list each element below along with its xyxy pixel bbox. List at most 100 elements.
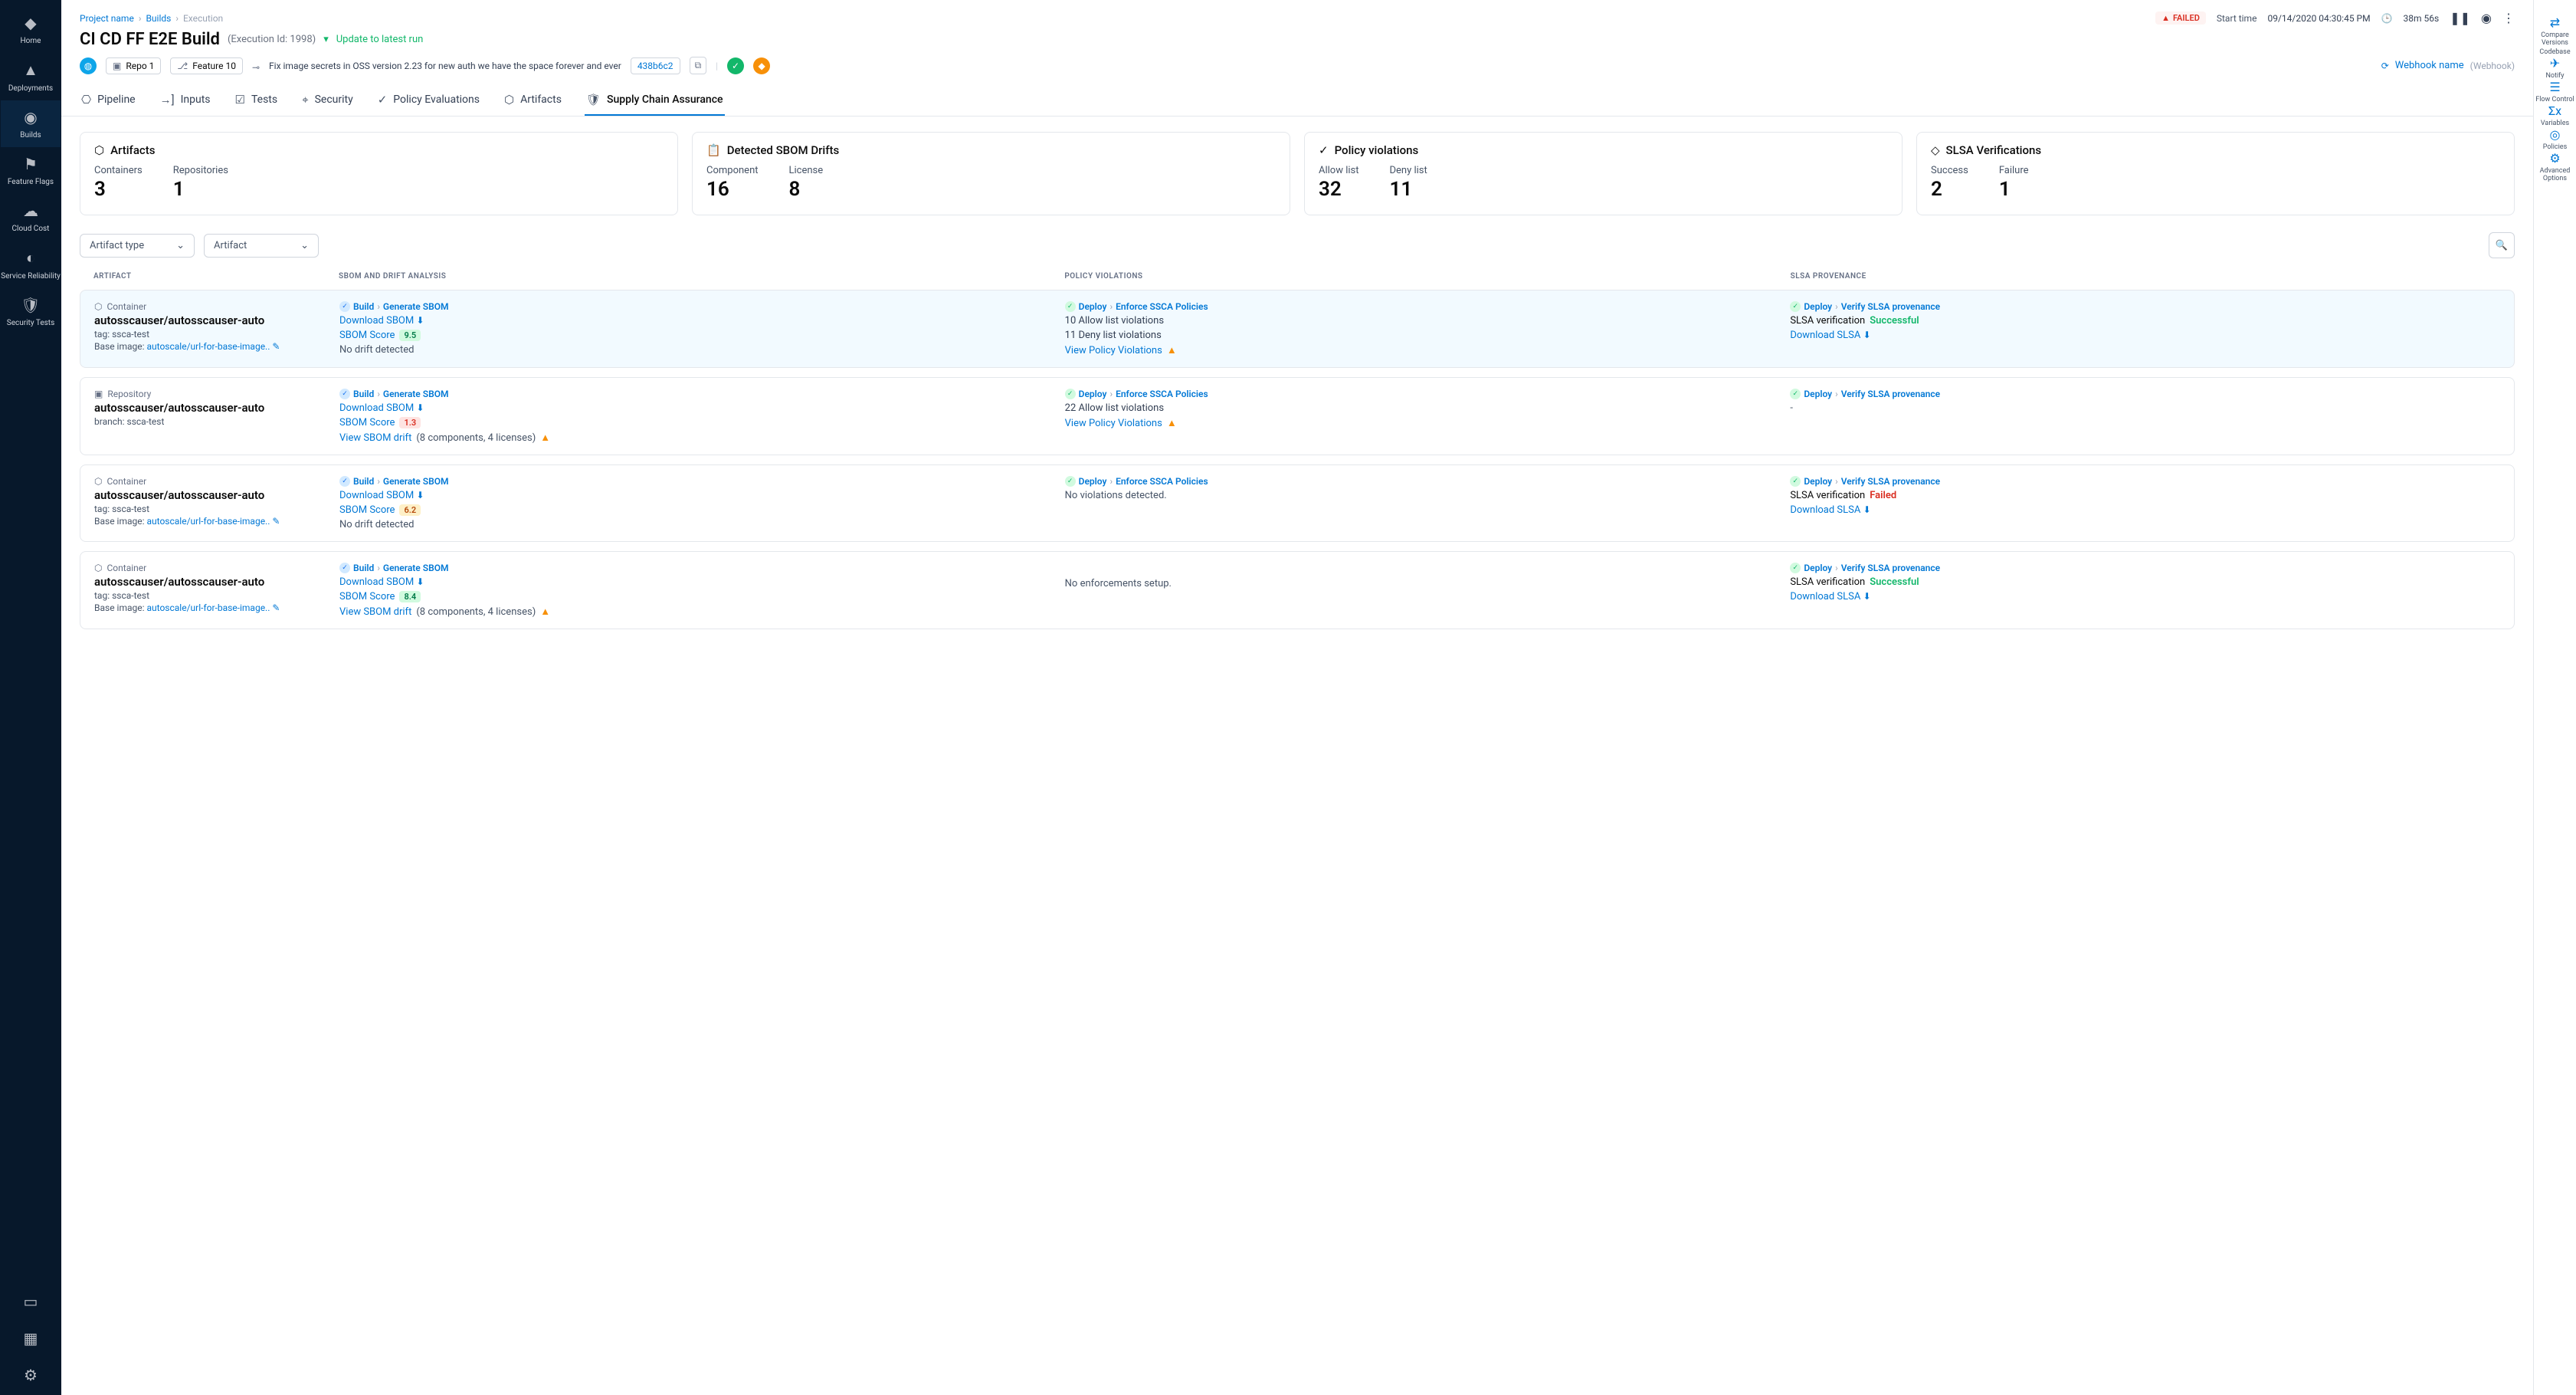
- card-icon: ⬡: [94, 143, 104, 157]
- rail-flow-control[interactable]: ☰Flow Control: [2534, 80, 2576, 103]
- sbom-score-link[interactable]: SBOM Score: [339, 330, 395, 341]
- nav-item-generic2[interactable]: ▦: [0, 1321, 61, 1358]
- enforce-step[interactable]: Enforce SSCA Policies: [1116, 476, 1208, 487]
- rail-compare-versions[interactable]: ⇄Compare Versions: [2534, 15, 2576, 47]
- edit-icon[interactable]: ✎: [272, 602, 280, 613]
- download-sbom-link[interactable]: Download SBOM ⬇: [339, 402, 424, 414]
- nav-item-service-reliability[interactable]: ◐Service Reliability: [1, 241, 61, 288]
- tab-policy-evaluations[interactable]: ✓Policy Evaluations: [376, 85, 481, 116]
- verify-step[interactable]: Verify SLSA provenance: [1841, 389, 1940, 399]
- repository-icon: ▣: [94, 389, 103, 399]
- sbom-score-link[interactable]: SBOM Score: [339, 417, 395, 428]
- view-drift-link[interactable]: View SBOM drift: [339, 432, 411, 444]
- verify-step[interactable]: Verify SLSA provenance: [1841, 476, 1940, 487]
- step-success-icon: ✓: [339, 301, 350, 312]
- generate-step[interactable]: Generate SBOM: [383, 476, 449, 487]
- view-violations-link[interactable]: View Policy Violations: [1065, 345, 1162, 356]
- search-button[interactable]: 🔍: [2489, 232, 2515, 258]
- download-sbom-link[interactable]: Download SBOM ⬇: [339, 315, 424, 327]
- deploy-step[interactable]: Deploy: [1804, 563, 1832, 573]
- breadcrumb-project[interactable]: Project name: [80, 13, 134, 24]
- enforce-step[interactable]: Enforce SSCA Policies: [1116, 389, 1208, 399]
- edit-icon[interactable]: ✎: [272, 516, 280, 527]
- webhook-link[interactable]: Webhook name: [2395, 60, 2464, 71]
- download-sbom-link[interactable]: Download SBOM ⬇: [339, 576, 424, 588]
- stat-label: Component: [706, 165, 759, 176]
- stop-button[interactable]: ◉: [2481, 11, 2492, 25]
- flow-control-icon: ☰: [2534, 80, 2576, 94]
- rail-variables[interactable]: ΣxVariables: [2534, 103, 2576, 127]
- build-step[interactable]: Build: [353, 389, 374, 399]
- download-sbom-link[interactable]: Download SBOM ⬇: [339, 490, 424, 501]
- more-menu-button[interactable]: ⋮: [2502, 11, 2515, 25]
- tab-icon: 🛡: [586, 93, 601, 107]
- sbom-score-link[interactable]: SBOM Score: [339, 591, 395, 602]
- build-step[interactable]: Build: [353, 563, 374, 573]
- deploy-step[interactable]: Deploy: [1079, 476, 1107, 487]
- user-avatar[interactable]: ◍: [80, 57, 97, 74]
- artifact-select[interactable]: Artifact⌄: [204, 234, 319, 258]
- card-icon: ▭: [0, 1292, 61, 1311]
- tab-artifacts[interactable]: ⬡Artifacts: [503, 85, 563, 116]
- nav-item-security-tests[interactable]: 🛡Security Tests: [1, 288, 61, 335]
- download-slsa-link[interactable]: Download SLSA ⬇: [1790, 330, 1870, 341]
- build-step[interactable]: Build: [353, 476, 374, 487]
- main-content: Project name › Builds › Execution ▲FAILE…: [61, 0, 2533, 1395]
- edit-icon[interactable]: ✎: [272, 341, 280, 352]
- commit-hash[interactable]: 438b6c2: [631, 57, 680, 74]
- exec-dropdown[interactable]: ▾: [323, 34, 329, 45]
- nav-item-builds[interactable]: ◉Builds: [1, 100, 61, 147]
- nav-item-settings[interactable]: ⚙: [0, 1358, 61, 1395]
- generate-step[interactable]: Generate SBOM: [383, 563, 449, 573]
- nav-item-generic1[interactable]: ▭: [0, 1285, 61, 1321]
- view-violations-link[interactable]: View Policy Violations: [1065, 418, 1162, 429]
- step-success-icon: ✓: [1065, 389, 1076, 399]
- deploy-step[interactable]: Deploy: [1079, 389, 1107, 399]
- tab-pipeline[interactable]: ⎔Pipeline: [80, 85, 137, 116]
- deploy-step[interactable]: Deploy: [1079, 301, 1107, 312]
- verify-step[interactable]: Verify SLSA provenance: [1841, 301, 1940, 312]
- base-image-link[interactable]: autoscale/url-for-base-image..: [147, 341, 270, 352]
- copy-button[interactable]: ⧉: [690, 57, 707, 74]
- artifact-type-select[interactable]: Artifact type⌄: [80, 234, 195, 258]
- nav-item-deployments[interactable]: ▲Deployments: [1, 53, 61, 100]
- update-latest-link[interactable]: Update to latest run: [336, 34, 424, 45]
- build-step[interactable]: Build: [353, 301, 374, 312]
- generate-step[interactable]: Generate SBOM: [383, 301, 449, 312]
- generate-step[interactable]: Generate SBOM: [383, 389, 449, 399]
- tab-inputs[interactable]: →]Inputs: [159, 85, 212, 116]
- rail-notify[interactable]: ✈Notify: [2534, 56, 2576, 80]
- tab-security[interactable]: ⌖Security: [300, 85, 355, 116]
- base-image-link[interactable]: autoscale/url-for-base-image..: [147, 516, 270, 527]
- feature-pill[interactable]: ⎇Feature 10: [170, 57, 243, 74]
- tab-icon: ☑: [235, 93, 245, 107]
- no-drift-text: No drift detected: [339, 344, 1050, 356]
- stat-value: 11: [1390, 178, 1427, 201]
- deploy-step[interactable]: Deploy: [1804, 389, 1832, 399]
- rail-policies[interactable]: ◎Policies: [2534, 127, 2576, 151]
- enforce-step[interactable]: Enforce SSCA Policies: [1116, 301, 1208, 312]
- tab-tests[interactable]: ☑Tests: [234, 85, 280, 116]
- step-success-icon: ✓: [339, 563, 350, 573]
- sbom-score-link[interactable]: SBOM Score: [339, 504, 395, 516]
- view-drift-link[interactable]: View SBOM drift: [339, 606, 411, 618]
- rail-advanced-options[interactable]: ⚙Advanced Options: [2534, 151, 2576, 182]
- download-slsa-link[interactable]: Download SLSA ⬇: [1790, 591, 1870, 602]
- download-slsa-link[interactable]: Download SLSA ⬇: [1790, 504, 1870, 516]
- deploy-step[interactable]: Deploy: [1804, 301, 1832, 312]
- base-image-link[interactable]: autoscale/url-for-base-image..: [147, 602, 270, 613]
- repo-pill[interactable]: ▣Repo 1: [106, 57, 161, 74]
- nav-item-feature-flags[interactable]: ⚑Feature Flags: [1, 147, 61, 194]
- variables-icon: Σx: [2534, 103, 2576, 118]
- breadcrumb-builds[interactable]: Builds: [146, 13, 171, 24]
- deploy-step[interactable]: Deploy: [1804, 476, 1832, 487]
- no-enforce-text: No enforcements setup.: [1065, 578, 1775, 589]
- rail-codebase[interactable]: Codebase: [2534, 48, 2576, 56]
- nav-item-cloud-cost[interactable]: ☁Cloud Cost: [1, 194, 61, 241]
- nav-item-home[interactable]: ◆Home: [1, 6, 61, 53]
- policy-step: ✓Deploy›Enforce SSCA Policies: [1065, 301, 1775, 312]
- pause-button[interactable]: ❚❚: [2450, 11, 2470, 25]
- tab-supply-chain-assurance[interactable]: 🛡Supply Chain Assurance: [585, 85, 725, 116]
- verify-step[interactable]: Verify SLSA provenance: [1841, 563, 1940, 573]
- stat-label: Allow list: [1319, 165, 1359, 176]
